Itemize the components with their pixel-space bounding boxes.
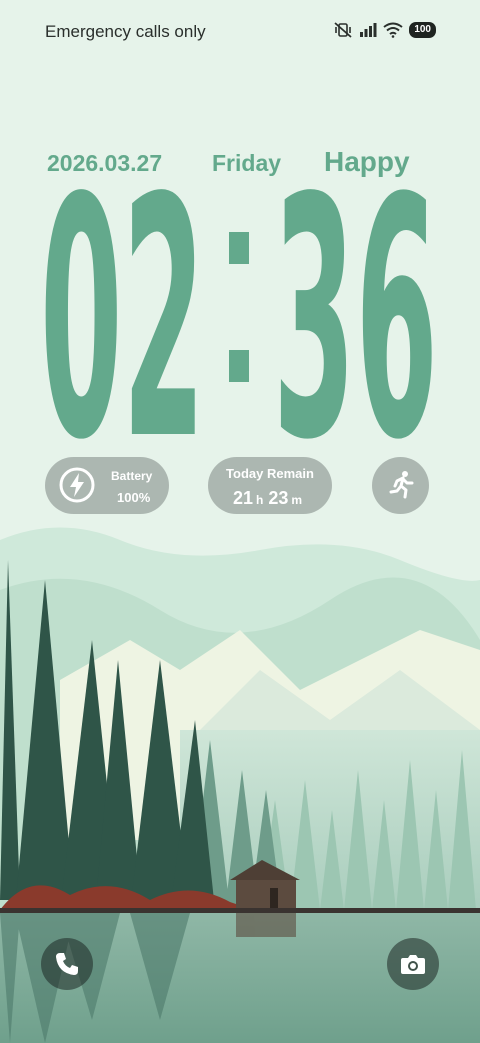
signal-icon (360, 23, 377, 37)
clock-colon-top (229, 232, 249, 264)
camera-shortcut-button[interactable] (387, 938, 439, 990)
widget-row: Battery 100% Today Remain 21 h 23 m (0, 456, 480, 516)
remain-minutes-unit: m (291, 493, 303, 507)
status-icons: 100 (333, 22, 436, 38)
remain-hours: 21 (232, 488, 253, 508)
remain-hours-unit: h (255, 493, 264, 507)
greeting-text: Happy (324, 146, 410, 177)
lightning-icon (59, 467, 95, 503)
carrier-text: Emergency calls only (45, 22, 206, 41)
phone-shortcut-button[interactable] (41, 938, 93, 990)
remain-minutes: 23 (268, 488, 289, 508)
battery-widget-label: Battery (111, 469, 153, 483)
status-bar: Emergency calls only 100 (0, 0, 480, 64)
running-person-icon (389, 471, 414, 499)
battery-widget-value: 100% (117, 490, 151, 505)
wifi-icon (383, 22, 403, 38)
clock: 02 36 (40, 176, 438, 444)
phone-icon (56, 953, 78, 975)
weekday-text: Friday (212, 150, 282, 176)
activity-widget[interactable] (372, 457, 429, 514)
battery-level: 100 (414, 24, 431, 35)
clock-minutes: 36 (273, 176, 438, 444)
today-remain-value: 21 h 23 m (208, 488, 332, 509)
battery-icon: 100 (409, 22, 436, 38)
camera-icon (401, 955, 425, 974)
clock-colon-bottom (229, 350, 249, 382)
date-text: 2026.03.27 (47, 150, 163, 176)
today-remain-widget[interactable]: Today Remain 21 h 23 m (208, 457, 332, 514)
mute-vibrate-icon (334, 22, 352, 38)
battery-widget[interactable]: Battery 100% (45, 457, 169, 514)
clock-hours: 02 (40, 176, 205, 444)
today-remain-label: Today Remain (226, 466, 314, 481)
shoreline (0, 908, 480, 913)
